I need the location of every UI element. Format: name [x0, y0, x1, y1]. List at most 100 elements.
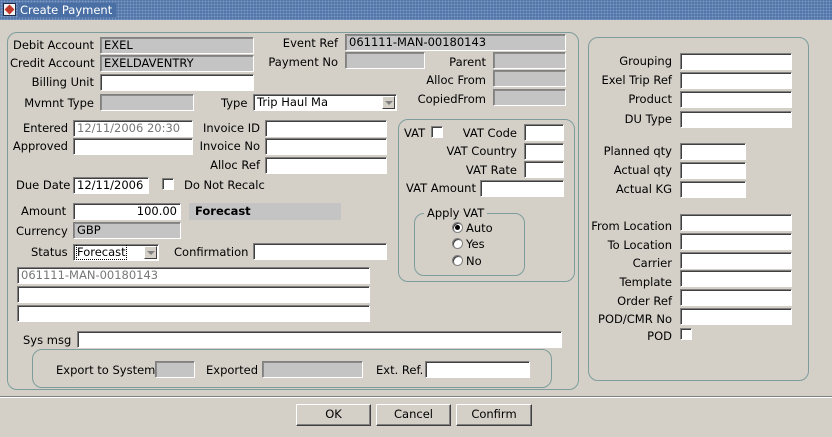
event-ref-label: Event Ref — [282, 36, 338, 50]
du-type-label: DU Type — [624, 112, 672, 126]
do-not-recalc-checkbox[interactable] — [162, 178, 174, 190]
entered-label: Entered — [23, 121, 68, 135]
do-not-recalc-label: Do Not Recalc — [184, 178, 265, 192]
invoice-id-label: Invoice ID — [202, 121, 260, 135]
credit-account-field: EXELDAVENTRY — [100, 55, 254, 72]
invoice-id-input[interactable] — [265, 120, 387, 137]
order-ref-label: Order Ref — [617, 294, 672, 308]
copied-from-field — [493, 89, 566, 106]
parent-field — [493, 52, 566, 69]
mvmnt-type-label: Mvmnt Type — [24, 96, 94, 110]
exel-trip-ref-label: Exel Trip Ref — [601, 73, 672, 87]
amount-input[interactable]: 100.00 — [73, 203, 181, 220]
to-location-input[interactable] — [680, 233, 792, 250]
product-input[interactable] — [680, 91, 792, 108]
carrier-label: Carrier — [632, 256, 672, 270]
billing-unit-input[interactable] — [100, 74, 254, 91]
invoice-no-label: Invoice No — [199, 139, 260, 153]
forecast-badge: Forecast — [189, 203, 341, 220]
template-input[interactable] — [680, 270, 792, 287]
vat-amount-label: VAT Amount — [406, 181, 476, 195]
order-ref-input[interactable] — [680, 289, 792, 306]
sys-msg-label: Sys msg — [23, 333, 72, 347]
vat-country-input[interactable] — [524, 143, 564, 160]
confirm-button[interactable]: Confirm — [456, 404, 532, 426]
apply-vat-label: Apply VAT — [424, 206, 488, 221]
actual-qty-input[interactable] — [680, 162, 746, 179]
window-title: Create Payment — [18, 3, 117, 17]
sys-msg-input[interactable] — [77, 331, 562, 348]
apply-vat-auto-label: Auto — [466, 221, 493, 235]
approved-label: Approved — [12, 139, 68, 153]
ok-button[interactable]: OK — [296, 404, 371, 426]
type-dropdown[interactable]: Trip Haul Ma — [253, 94, 397, 111]
pod-checkbox[interactable] — [680, 328, 692, 340]
export-to-system-field — [155, 361, 195, 378]
export-to-system-label: Export to System — [56, 363, 156, 377]
actual-kg-input[interactable] — [680, 181, 746, 198]
ext-ref-label: Ext. Ref. — [376, 363, 424, 377]
template-label: Template — [619, 275, 672, 289]
ext-ref-input[interactable] — [425, 361, 530, 378]
payment-no-label: Payment No — [268, 55, 338, 69]
currency-field: GBP — [73, 222, 181, 239]
status-dropdown-value: Forecast — [76, 245, 127, 260]
cancel-button[interactable]: Cancel — [376, 404, 451, 426]
vat-code-input[interactable] — [524, 124, 564, 141]
debit-account-label: Debit Account — [12, 38, 94, 52]
pod-cmr-no-label: POD/CMR No — [598, 312, 672, 326]
currency-label: Currency — [16, 224, 68, 238]
debit-account-field: EXEL — [100, 37, 254, 54]
carrier-input[interactable] — [680, 252, 792, 269]
billing-unit-label: Billing Unit — [31, 75, 94, 89]
note-line-1[interactable]: 061111-MAN-00180143 — [17, 267, 370, 284]
alloc-ref-label: Alloc Ref — [210, 158, 260, 172]
exported-field — [262, 361, 363, 378]
apply-vat-yes-label: Yes — [466, 237, 485, 251]
chevron-down-icon[interactable] — [144, 246, 157, 259]
confirmation-label: Confirmation — [174, 245, 249, 259]
payment-no-field — [345, 52, 425, 69]
due-date-input[interactable]: 12/11/2006 — [73, 177, 149, 194]
apply-vat-no-radio[interactable] — [452, 255, 463, 266]
actual-kg-label: Actual KG — [615, 182, 672, 196]
credit-account-label: Credit Account — [10, 56, 95, 70]
vat-amount-input[interactable] — [480, 180, 564, 197]
apply-vat-auto-radio[interactable] — [452, 222, 463, 233]
note-line-2[interactable] — [17, 286, 370, 303]
vat-country-label: VAT Country — [446, 144, 517, 158]
vat-rate-input[interactable] — [524, 161, 564, 178]
note-line-3[interactable] — [17, 305, 370, 322]
vat-rate-label: VAT Rate — [465, 163, 517, 177]
copied-from-label: CopiedFrom — [417, 92, 486, 106]
type-label: Type — [221, 96, 248, 110]
divider — [0, 396, 832, 398]
due-date-label: Due Date — [16, 178, 71, 192]
apply-vat-yes-radio[interactable] — [452, 238, 463, 249]
entered-field: 12/11/2006 20:30 — [73, 120, 193, 137]
exported-label: Exported — [206, 363, 259, 377]
du-type-input[interactable] — [680, 111, 792, 128]
exel-trip-ref-input[interactable] — [680, 72, 792, 89]
chevron-down-icon[interactable] — [382, 96, 395, 109]
type-dropdown-value: Trip Haul Ma — [257, 95, 329, 109]
status-label: Status — [31, 245, 68, 259]
planned-qty-input[interactable] — [680, 143, 746, 160]
alloc-ref-input[interactable] — [265, 157, 387, 174]
pod-label: POD — [647, 329, 672, 343]
alloc-from-field — [493, 70, 566, 87]
mvmnt-type-field — [100, 94, 194, 111]
title-bar: Create Payment — [0, 0, 832, 20]
from-location-input[interactable] — [680, 214, 792, 231]
grouping-input[interactable] — [680, 53, 792, 70]
status-dropdown[interactable]: Forecast — [73, 244, 159, 261]
planned-qty-label: Planned qty — [603, 144, 672, 158]
product-label: Product — [628, 92, 672, 106]
approved-input[interactable] — [73, 138, 193, 155]
confirmation-input[interactable] — [253, 243, 387, 260]
event-ref-field: 061111-MAN-00180143 — [345, 34, 566, 51]
vat-label: VAT — [404, 126, 426, 140]
pod-cmr-no-input[interactable] — [680, 308, 792, 325]
invoice-no-input[interactable] — [265, 138, 387, 155]
amount-label: Amount — [21, 204, 67, 218]
